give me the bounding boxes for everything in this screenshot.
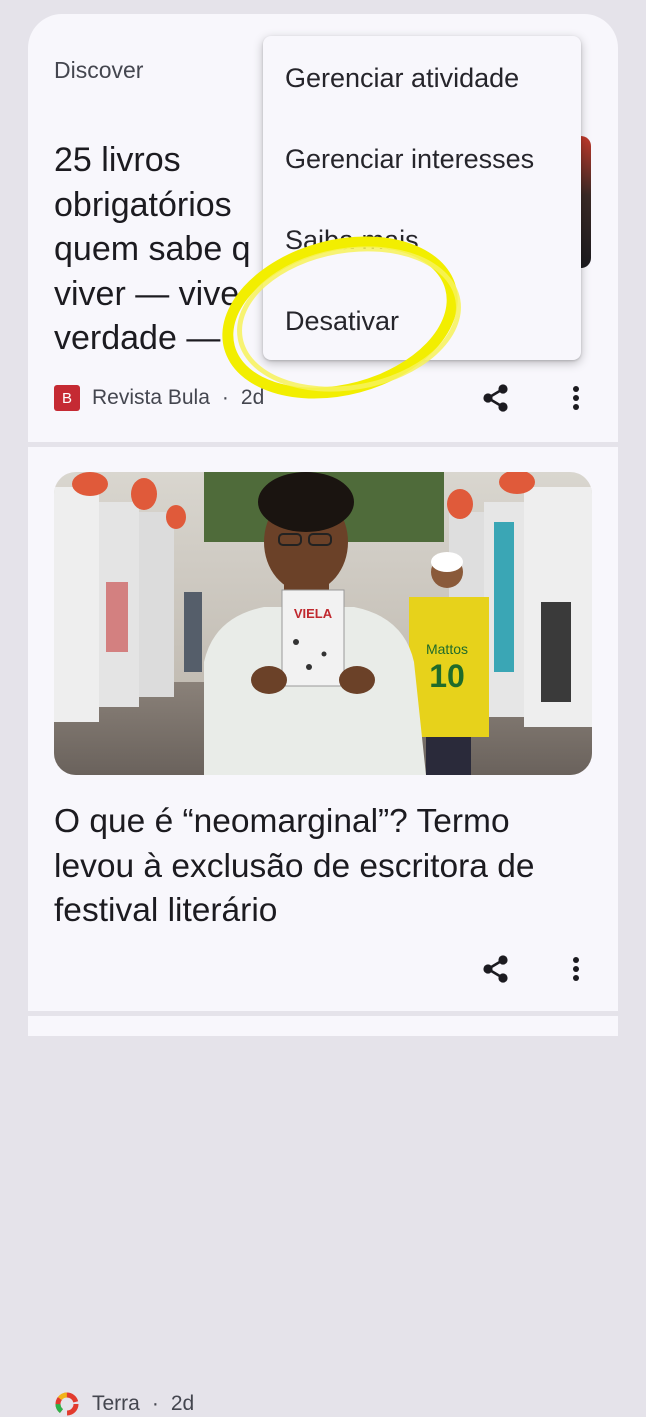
article-age: 2d: [240, 386, 265, 409]
article-photo[interactable]: Mattos 10 VIELA: [54, 472, 592, 775]
revista-bula-logo-icon: B: [54, 385, 80, 411]
source-name: Terra: [92, 1392, 140, 1415]
article-source-row: B Revista Bula · 2d: [54, 385, 264, 411]
separator-dot: ·: [221, 386, 229, 409]
article-source-row: Terra · 2d: [54, 1391, 194, 1417]
more-vert-icon: [573, 957, 579, 981]
menu-item-manage-interests[interactable]: Gerenciar interesses: [285, 144, 534, 175]
article-title[interactable]: O que é “neomarginal”? Termo levou à exc…: [54, 800, 594, 934]
more-options-button[interactable]: [554, 947, 598, 991]
terra-logo-icon: [55, 1392, 79, 1416]
book-title-text: VIELA: [294, 606, 333, 621]
menu-item-manage-activity[interactable]: Gerenciar atividade: [285, 63, 519, 94]
jersey-name-text: Mattos: [426, 641, 468, 657]
next-news-card: [28, 1016, 618, 1036]
jersey-number-text: 10: [429, 658, 465, 694]
article-age: 2d: [170, 1392, 195, 1415]
more-options-button[interactable]: [554, 376, 598, 420]
share-button[interactable]: [474, 947, 518, 991]
separator-dot: ·: [151, 1392, 159, 1415]
share-button[interactable]: [474, 376, 518, 420]
share-icon: [483, 384, 508, 412]
section-label: Discover: [54, 57, 144, 83]
source-name: Revista Bula: [92, 386, 210, 409]
more-vert-icon: [573, 386, 579, 410]
share-icon: [483, 955, 508, 983]
news-card-terra[interactable]: Mattos 10 VIELA O que é “neomarginal”? T…: [28, 447, 618, 1416]
festival-photo-illustration: Mattos 10 VIELA: [54, 472, 592, 775]
